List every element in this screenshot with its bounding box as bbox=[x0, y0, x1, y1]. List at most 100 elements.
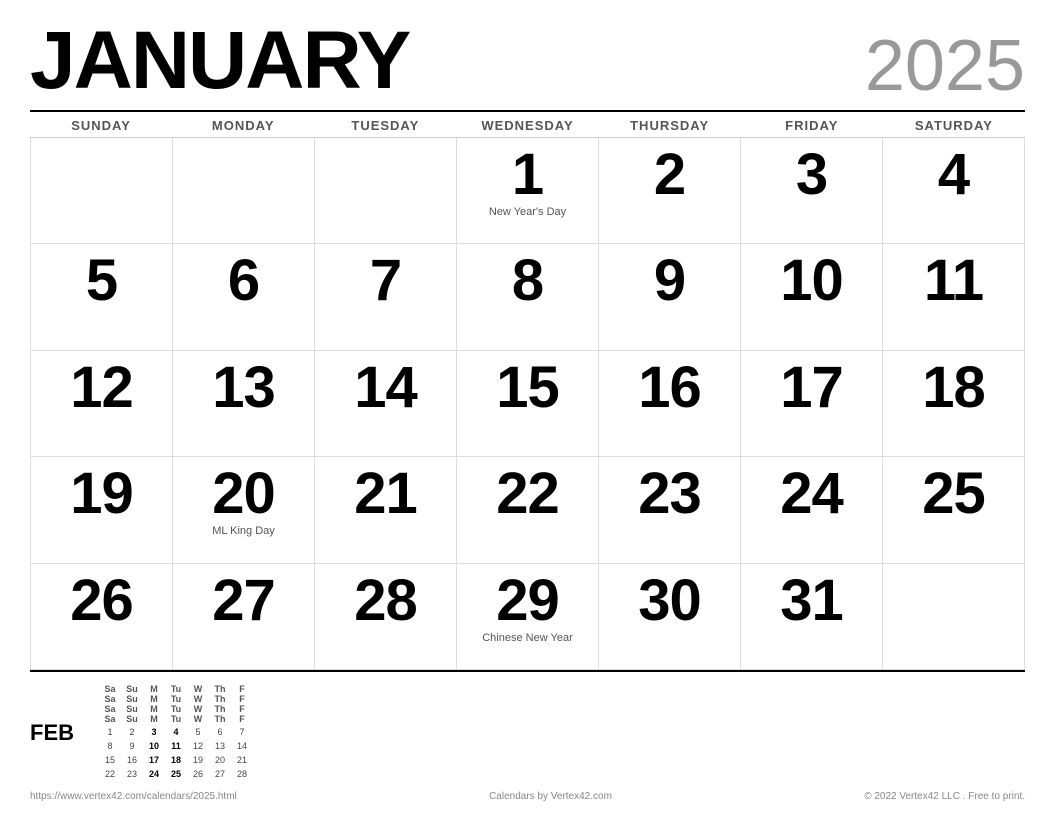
day-number: 20 bbox=[212, 465, 275, 523]
day-header-fri: FRIDAY bbox=[741, 118, 883, 133]
day-number: 9 bbox=[654, 252, 685, 310]
mini-day: 13 bbox=[209, 739, 231, 753]
mini-day-header: Tu bbox=[165, 684, 187, 694]
mini-day-header: F bbox=[231, 704, 253, 714]
mini-month-label: FEB bbox=[30, 720, 85, 746]
mini-day: 7 bbox=[231, 725, 253, 739]
mini-grid: 1234567891011121314151617181920212223242… bbox=[99, 725, 253, 781]
day-number: 24 bbox=[780, 465, 843, 523]
mini-day: 18 bbox=[165, 753, 187, 767]
mini-day: 28 bbox=[231, 767, 253, 781]
mini-day-header: M bbox=[143, 714, 165, 724]
day-header-thu: THURSDAY bbox=[599, 118, 741, 133]
day-number: 4 bbox=[938, 146, 969, 204]
mini-day-header: F bbox=[231, 694, 253, 704]
mini-day: 4 bbox=[165, 725, 187, 739]
mini-day-header: Tu bbox=[165, 704, 187, 714]
mini-day-header: M bbox=[143, 704, 165, 714]
mini-day-header: Sa bbox=[99, 704, 121, 714]
cal-cell: 23 bbox=[599, 457, 741, 563]
cal-cell: 12 bbox=[31, 351, 173, 457]
day-number: 6 bbox=[228, 252, 259, 310]
calendar-grid: 1New Year's Day2345678910111213141516171… bbox=[30, 138, 1025, 670]
mini-day: 25 bbox=[165, 767, 187, 781]
day-number: 13 bbox=[212, 359, 275, 417]
day-number: 8 bbox=[512, 252, 543, 310]
mini-day-header: Sa bbox=[99, 694, 121, 704]
cal-cell: 24 bbox=[741, 457, 883, 563]
mini-days-header: SaSuMTuWThFSaSuMTuWThFSaSuMTuWThFSaSuMTu… bbox=[99, 684, 253, 724]
mini-day-header: W bbox=[187, 714, 209, 724]
footer-right: © 2022 Vertex42 LLC . Free to print. bbox=[864, 791, 1025, 802]
day-number: 18 bbox=[922, 359, 985, 417]
days-header: SUNDAY MONDAY TUESDAY WEDNESDAY THURSDAY… bbox=[30, 112, 1025, 138]
cal-cell: 21 bbox=[315, 457, 457, 563]
mini-day: 1 bbox=[99, 725, 121, 739]
cal-cell: 16 bbox=[599, 351, 741, 457]
day-number: 23 bbox=[638, 465, 701, 523]
day-header-mon: MONDAY bbox=[172, 118, 314, 133]
mini-day: 26 bbox=[187, 767, 209, 781]
footer-center: Calendars by Vertex42.com bbox=[489, 791, 612, 802]
mini-day: 11 bbox=[165, 739, 187, 753]
footer: https://www.vertex42.com/calendars/2025.… bbox=[30, 787, 1025, 804]
day-number: 22 bbox=[496, 465, 559, 523]
mini-day: 14 bbox=[231, 739, 253, 753]
day-number: 25 bbox=[922, 465, 985, 523]
day-number: 29 bbox=[496, 572, 559, 630]
day-number: 14 bbox=[354, 359, 417, 417]
cal-cell bbox=[315, 138, 457, 244]
header-row: JANUARY 2025 bbox=[30, 20, 1025, 102]
mini-day-header: Su bbox=[121, 704, 143, 714]
day-number: 27 bbox=[212, 572, 275, 630]
mini-day-header: Th bbox=[209, 684, 231, 694]
mini-day: 21 bbox=[231, 753, 253, 767]
day-header-wed: WEDNESDAY bbox=[456, 118, 598, 133]
day-number: 26 bbox=[70, 572, 133, 630]
cal-cell: 8 bbox=[457, 244, 599, 350]
mini-day: 20 bbox=[209, 753, 231, 767]
day-number: 3 bbox=[796, 146, 827, 204]
holiday-label: Chinese New Year bbox=[482, 632, 573, 645]
cal-cell: 5 bbox=[31, 244, 173, 350]
mini-day: 17 bbox=[143, 753, 165, 767]
cal-cell: 25 bbox=[883, 457, 1025, 563]
mini-day-header: W bbox=[187, 694, 209, 704]
day-number: 19 bbox=[70, 465, 133, 523]
cal-cell: 1New Year's Day bbox=[457, 138, 599, 244]
mini-day-header: Sa bbox=[99, 684, 121, 694]
mini-day: 3 bbox=[143, 725, 165, 739]
mini-day: 23 bbox=[121, 767, 143, 781]
cal-cell: 18 bbox=[883, 351, 1025, 457]
mini-day-header: Th bbox=[209, 704, 231, 714]
holiday-label: New Year's Day bbox=[489, 206, 566, 219]
mini-day-header: Su bbox=[121, 694, 143, 704]
mini-day: 9 bbox=[121, 739, 143, 753]
cal-cell: 10 bbox=[741, 244, 883, 350]
holiday-label: ML King Day bbox=[212, 525, 275, 538]
cal-cell: 15 bbox=[457, 351, 599, 457]
cal-cell: 6 bbox=[173, 244, 315, 350]
mini-day: 8 bbox=[99, 739, 121, 753]
cal-cell: 9 bbox=[599, 244, 741, 350]
cal-cell: 17 bbox=[741, 351, 883, 457]
day-number: 28 bbox=[354, 572, 417, 630]
mini-day-header: M bbox=[143, 684, 165, 694]
mini-day: 10 bbox=[143, 739, 165, 753]
cal-cell: 14 bbox=[315, 351, 457, 457]
day-number: 17 bbox=[780, 359, 843, 417]
cal-cell: 22 bbox=[457, 457, 599, 563]
cal-cell bbox=[31, 138, 173, 244]
cal-cell: 19 bbox=[31, 457, 173, 563]
month-title: JANUARY bbox=[30, 20, 409, 102]
mini-day: 19 bbox=[187, 753, 209, 767]
mini-grid-wrapper: SaSuMTuWThFSaSuMTuWThFSaSuMTuWThFSaSuMTu… bbox=[99, 684, 253, 781]
cal-cell: 13 bbox=[173, 351, 315, 457]
mini-day-header: Tu bbox=[165, 694, 187, 704]
cal-cell: 3 bbox=[741, 138, 883, 244]
footer-left: https://www.vertex42.com/calendars/2025.… bbox=[30, 791, 237, 802]
mini-day: 16 bbox=[121, 753, 143, 767]
mini-day-header: Th bbox=[209, 714, 231, 724]
day-number: 15 bbox=[496, 359, 559, 417]
mini-day-header: Tu bbox=[165, 714, 187, 724]
